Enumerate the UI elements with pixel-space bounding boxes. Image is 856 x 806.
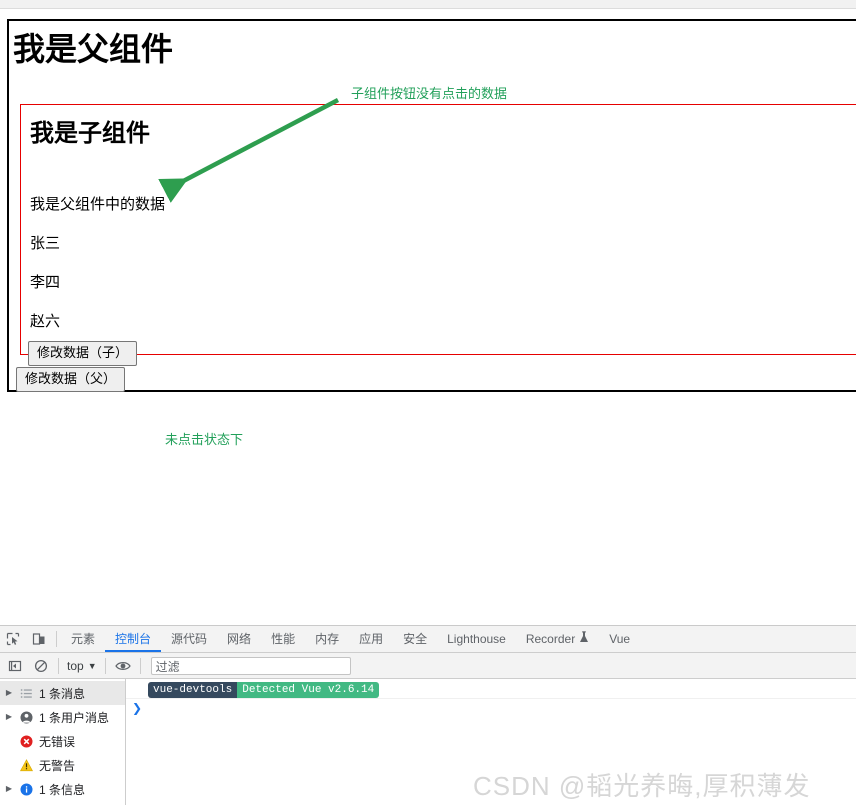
chevron-down-icon: ▼: [87, 660, 97, 671]
tab-recorder-label: Recorder: [525, 632, 576, 646]
sidebar-item-errors[interactable]: ▶ 无错误: [0, 729, 125, 753]
chevron-right-icon: ▶: [5, 784, 13, 793]
console-filter-input[interactable]: 过滤: [150, 656, 351, 675]
child-component-title: 我是子组件: [30, 120, 150, 147]
caret-placeholder: ▶: [4, 729, 14, 753]
console-context-selector[interactable]: top ▼: [63, 659, 101, 673]
sidebar-item-user-messages[interactable]: ▶ 1 条用户消息: [0, 705, 125, 729]
live-expression-eye-icon[interactable]: [110, 653, 136, 679]
vue-devtools-badge: vue-devtools: [148, 681, 238, 698]
browser-chrome-strip: [0, 0, 856, 9]
sidebar-item-warnings[interactable]: ▶ 无警告: [0, 753, 125, 777]
sidebar-toggle-icon[interactable]: [2, 653, 28, 679]
child-data-line: 赵六: [30, 313, 61, 330]
annotation-arrow-icon: [158, 98, 340, 203]
modify-data-child-button[interactable]: 修改数据（子）: [28, 341, 138, 366]
tab-security[interactable]: 安全: [393, 626, 437, 652]
toolbar-divider: [56, 631, 57, 647]
modify-data-parent-button[interactable]: 修改数据（父）: [16, 367, 126, 392]
console-sidebar: ▶ 1 条消息 ▶ 1 条用户消息 无错误 无警告 ▶ 1 条信息: [0, 679, 126, 805]
tab-application[interactable]: 应用: [349, 626, 393, 652]
child-data-line: 我是父组件中的数据: [30, 196, 166, 213]
parent-component-container: 我是父组件 我是子组件 我是父组件中的数据 张三 李四 赵六 修改数据（子） 未…: [7, 19, 856, 447]
sidebar-item-label: 无错误: [39, 734, 76, 749]
console-context-label: top: [67, 658, 84, 673]
devtools-tabbar: 元素 控制台 源代码 网络 性能 内存 应用 安全 Lighthouse Rec…: [0, 626, 856, 653]
info-icon: [19, 782, 34, 797]
flask-icon: [579, 626, 589, 652]
parent-component-title: 我是父组件: [13, 31, 174, 67]
console-input-prompt[interactable]: ❯: [132, 701, 142, 715]
clear-console-icon[interactable]: [28, 653, 54, 679]
vue-detected-badge: Detected Vue v2.6.14: [237, 681, 380, 698]
caret-placeholder: ▶: [4, 753, 14, 777]
tab-lighthouse[interactable]: Lighthouse: [437, 626, 516, 652]
user-icon: [19, 710, 34, 725]
device-toolbar-icon[interactable]: [26, 626, 52, 652]
child-component-container: 我是子组件 我是父组件中的数据 张三 李四 赵六 修改数据（子） 未点击状态下: [20, 104, 856, 447]
toolbar-divider: [139, 657, 141, 674]
toolbar-divider: [104, 657, 106, 674]
child-data-line: 李四: [30, 274, 61, 291]
tab-network[interactable]: 网络: [217, 626, 261, 652]
tab-sources[interactable]: 源代码: [161, 626, 217, 652]
csdn-watermark: CSDN @韬光养晦,厚积薄发: [473, 771, 811, 801]
sidebar-item-label: 无警告: [39, 758, 76, 773]
annotation-button-note: 未点击状态下: [165, 432, 244, 447]
inspect-element-icon[interactable]: [0, 626, 26, 652]
error-icon: [19, 734, 34, 749]
sidebar-item-messages[interactable]: ▶ 1 条消息: [0, 681, 125, 705]
tab-memory[interactable]: 内存: [305, 626, 349, 652]
sidebar-item-label: 1 条用户消息: [39, 710, 110, 725]
tab-elements[interactable]: 元素: [61, 626, 105, 652]
sidebar-item-label: 1 条消息: [39, 686, 86, 701]
chevron-right-icon: ▶: [5, 688, 13, 697]
tab-performance[interactable]: 性能: [261, 626, 305, 652]
devtools-console-toolbar: top ▼ 过滤: [0, 653, 856, 679]
tab-console[interactable]: 控制台: [105, 626, 161, 652]
annotation-top-note: 子组件按钮没有点击的数据: [351, 86, 508, 101]
toolbar-divider: [58, 657, 59, 674]
warning-icon: [19, 758, 34, 773]
sidebar-item-info[interactable]: ▶ 1 条信息: [0, 777, 125, 801]
sidebar-item-label: 1 条信息: [39, 782, 86, 797]
console-message-row[interactable]: vue-devtools Detected Vue v2.6.14: [126, 679, 856, 699]
page-viewport: 我是父组件 我是子组件 我是父组件中的数据 张三 李四 赵六 修改数据（子） 未…: [0, 10, 856, 625]
screenshot-root: 我是父组件 我是子组件 我是父组件中的数据 张三 李四 赵六 修改数据（子） 未…: [0, 0, 856, 806]
tab-vue[interactable]: Vue: [599, 626, 640, 652]
chevron-right-icon: ▶: [5, 712, 13, 721]
child-data-line: 张三: [30, 235, 61, 252]
tab-recorder[interactable]: Recorder: [516, 626, 599, 652]
list-icon: [19, 686, 34, 701]
